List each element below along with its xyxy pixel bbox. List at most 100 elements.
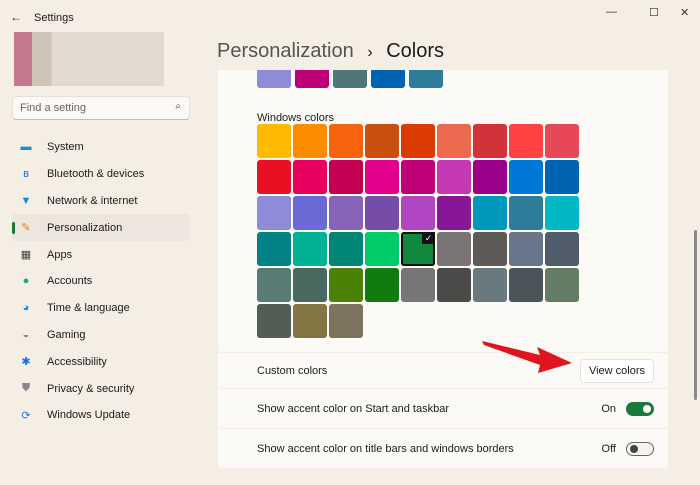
color-swatch[interactable] xyxy=(437,160,471,194)
color-swatch[interactable] xyxy=(329,196,363,230)
color-swatch[interactable] xyxy=(545,124,579,158)
sidebar-item-icon: ⟳ xyxy=(19,409,33,422)
color-swatch[interactable] xyxy=(473,160,507,194)
title-bars-state: Off xyxy=(602,443,616,455)
color-swatch[interactable] xyxy=(545,232,579,266)
sidebar-item-label: Apps xyxy=(47,249,72,261)
color-swatch[interactable] xyxy=(473,232,507,266)
color-swatch[interactable] xyxy=(293,196,327,230)
user-profile-blurred[interactable] xyxy=(14,32,164,86)
color-swatch[interactable] xyxy=(293,160,327,194)
sidebar-item-bluetooth-devices[interactable]: ʙBluetooth & devices xyxy=(12,161,190,188)
sidebar-item-label: Accounts xyxy=(47,275,92,287)
recent-color-swatch[interactable] xyxy=(409,70,443,88)
sidebar-item-personalization[interactable]: ✎Personalization xyxy=(12,214,190,241)
start-taskbar-state: On xyxy=(601,403,616,415)
page-title: Colors xyxy=(386,40,444,62)
color-swatch[interactable] xyxy=(329,304,363,338)
color-swatch[interactable] xyxy=(509,124,543,158)
recent-color-swatch[interactable] xyxy=(333,70,367,88)
custom-colors-label: Custom colors xyxy=(257,365,327,377)
close-button[interactable]: ✕ xyxy=(680,6,689,19)
breadcrumb-parent[interactable]: Personalization xyxy=(217,40,354,62)
color-swatch[interactable] xyxy=(365,160,399,194)
color-swatch[interactable] xyxy=(293,268,327,302)
sidebar-item-icon: ▬ xyxy=(19,141,33,153)
color-swatch[interactable] xyxy=(257,304,291,338)
minimize-button[interactable]: — xyxy=(606,6,617,18)
recent-colors xyxy=(257,70,445,90)
sidebar-item-time-language[interactable]: ◕ Time & language xyxy=(12,295,190,322)
windows-colors-label: Windows colors xyxy=(257,112,334,124)
sidebar-item-gaming[interactable]: ◒Gaming xyxy=(12,322,190,349)
color-swatch[interactable] xyxy=(293,232,327,266)
view-colors-button[interactable]: View colors xyxy=(580,359,654,383)
color-swatch[interactable] xyxy=(257,160,291,194)
title-bar: ← Settings — ☐ ✕ xyxy=(0,0,700,36)
sidebar-item-icon: ✱ xyxy=(19,355,33,368)
color-swatch[interactable] xyxy=(401,196,435,230)
sidebar-item-accounts[interactable]: ● Accounts xyxy=(12,268,190,295)
color-swatch[interactable] xyxy=(329,232,363,266)
sidebar-item-label: Time & language xyxy=(47,302,130,314)
color-swatch[interactable] xyxy=(545,268,579,302)
recent-color-swatch[interactable] xyxy=(295,70,329,88)
title-bars-label: Show accent color on title bars and wind… xyxy=(257,443,514,455)
sidebar-item-icon: ◕ xyxy=(19,302,33,314)
sidebar-item-network-internet[interactable]: ▼Network & internet xyxy=(12,188,190,215)
color-swatch[interactable] xyxy=(293,124,327,158)
breadcrumb: Personalization › Colors xyxy=(217,40,444,63)
sidebar-item-system[interactable]: ▬ System xyxy=(12,134,190,161)
start-taskbar-toggle[interactable] xyxy=(626,402,654,416)
custom-colors-row: Custom colors View colors xyxy=(218,353,668,388)
title-bars-toggle[interactable] xyxy=(626,442,654,456)
sidebar-item-apps[interactable]: ▦ Apps xyxy=(12,241,190,268)
color-swatch[interactable] xyxy=(365,124,399,158)
scrollbar-thumb[interactable] xyxy=(694,230,697,400)
color-swatch[interactable] xyxy=(401,124,435,158)
color-swatch[interactable] xyxy=(257,232,291,266)
sidebar-item-privacy-security[interactable]: ⛊Privacy & security xyxy=(12,375,190,402)
recent-color-swatch[interactable] xyxy=(371,70,405,88)
sidebar-nav: ▬ System ʙBluetooth & devices▼Network & in… xyxy=(12,134,190,429)
windows-colors-grid xyxy=(257,124,579,338)
sidebar-item-icon: ● xyxy=(19,275,33,287)
color-swatch[interactable] xyxy=(329,160,363,194)
color-swatch[interactable] xyxy=(437,268,471,302)
maximize-button[interactable]: ☐ xyxy=(649,6,659,19)
color-swatch[interactable] xyxy=(545,160,579,194)
color-swatch[interactable] xyxy=(509,160,543,194)
color-swatch[interactable] xyxy=(509,268,543,302)
color-swatch[interactable] xyxy=(329,124,363,158)
color-swatch[interactable] xyxy=(401,268,435,302)
recent-color-swatch[interactable] xyxy=(257,70,291,88)
color-swatch[interactable] xyxy=(509,232,543,266)
color-swatch[interactable] xyxy=(257,196,291,230)
title-bars-row: Show accent color on title bars and wind… xyxy=(218,429,668,468)
color-swatch[interactable] xyxy=(473,124,507,158)
sidebar-item-icon: ▼ xyxy=(19,195,33,207)
color-swatch[interactable] xyxy=(257,268,291,302)
color-swatch[interactable] xyxy=(401,232,435,266)
sidebar-item-icon: ▦ xyxy=(19,248,33,261)
sidebar-item-label: System xyxy=(47,141,84,153)
back-button[interactable]: ← xyxy=(10,10,22,24)
color-swatch[interactable] xyxy=(437,232,471,266)
color-swatch[interactable] xyxy=(365,232,399,266)
color-swatch[interactable] xyxy=(365,196,399,230)
sidebar-item-windows-update[interactable]: ⟳Windows Update xyxy=(12,402,190,429)
color-swatch[interactable] xyxy=(473,268,507,302)
sidebar-item-accessibility[interactable]: ✱Accessibility xyxy=(12,348,190,375)
color-swatch[interactable] xyxy=(365,268,399,302)
color-swatch[interactable] xyxy=(437,124,471,158)
color-swatch[interactable] xyxy=(329,268,363,302)
sidebar-item-icon: ʙ xyxy=(19,168,33,180)
color-swatch[interactable] xyxy=(509,196,543,230)
color-swatch[interactable] xyxy=(545,196,579,230)
color-swatch[interactable] xyxy=(293,304,327,338)
search-input[interactable]: Find a setting ⌕ xyxy=(12,96,190,120)
color-swatch[interactable] xyxy=(401,160,435,194)
color-swatch[interactable] xyxy=(437,196,471,230)
color-swatch[interactable] xyxy=(257,124,291,158)
color-swatch[interactable] xyxy=(473,196,507,230)
